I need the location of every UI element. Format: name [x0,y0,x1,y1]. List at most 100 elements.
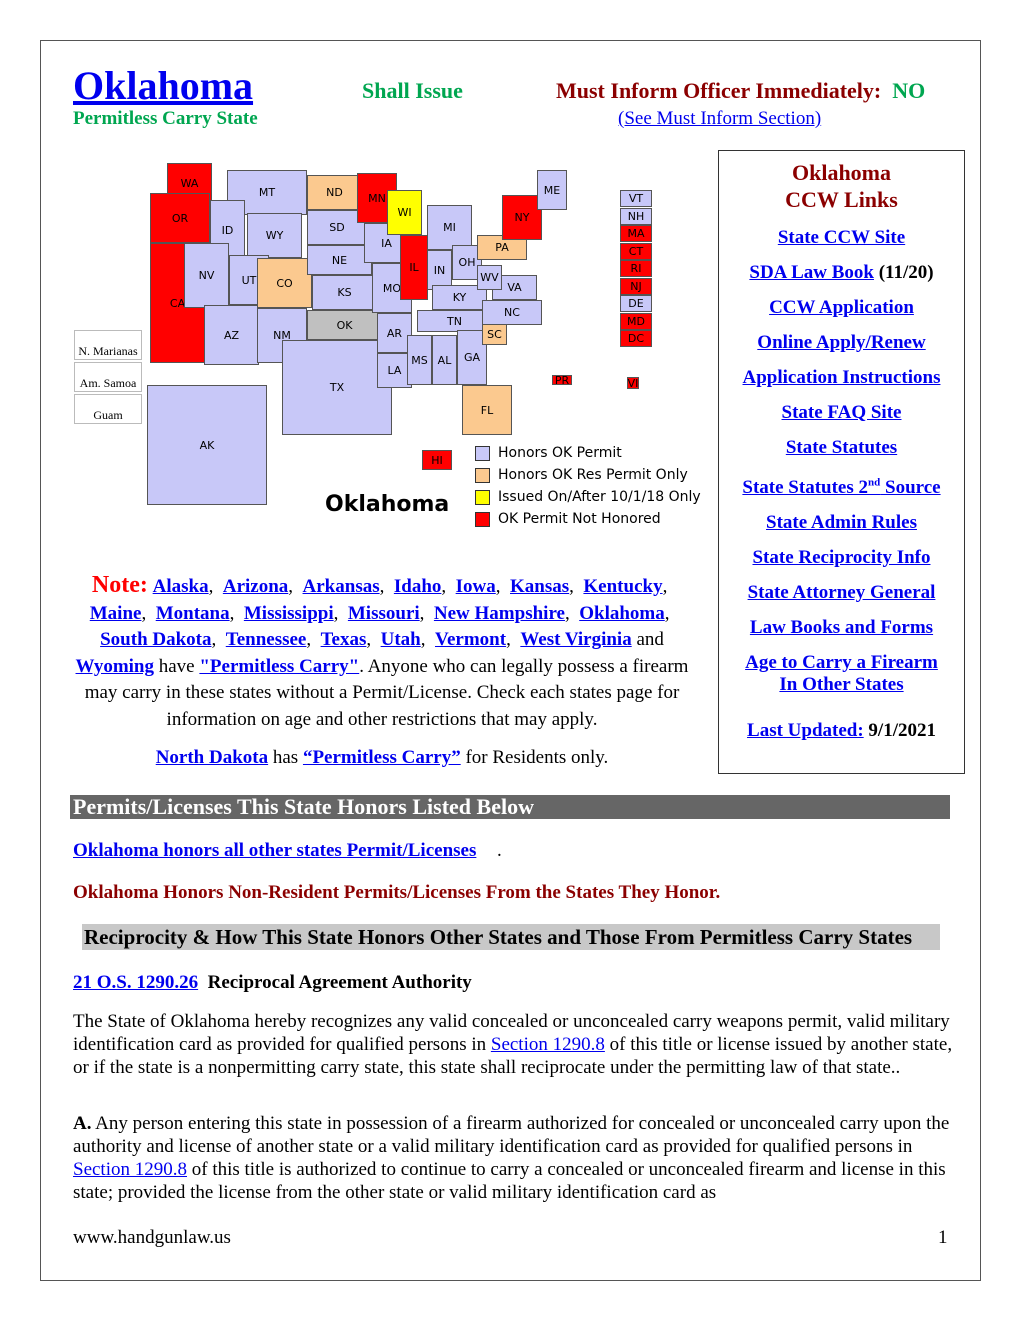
legend-swatch [475,445,490,461]
permit-type: Shall Issue [362,78,463,103]
state-link[interactable]: Vermont [435,629,506,650]
state-link[interactable]: Missouri [348,603,420,624]
permitless-link[interactable]: "Permitless Carry" [199,656,359,677]
map-state-wi[interactable]: WI [387,190,422,235]
map-state-nd[interactable]: ND [307,175,362,210]
honors-all-link[interactable]: Oklahoma honors all other states Permit/… [73,840,476,862]
state-link[interactable]: Utah [381,629,421,650]
link-state-statutes-2nd[interactable]: State Statutes 2nd Source [742,477,940,498]
honors-section-bar: Permits/Licenses This State Honors Liste… [70,795,950,819]
state-link[interactable]: South Dakota [100,629,211,650]
map-state-vi[interactable]: VI [627,377,639,390]
map-state-ma[interactable]: MA [620,225,652,242]
link-attorney-general[interactable]: State Attorney General [748,582,936,603]
map-state-wy[interactable]: WY [247,213,302,258]
nonresident-note: Oklahoma Honors Non-Resident Permits/Lic… [73,882,721,903]
map-state-wv[interactable]: WV [477,265,502,290]
permitless-note: Note: Alaska, Arizona, Arkansas, Idaho, … [75,572,689,768]
map-state-al[interactable]: AL [432,335,457,385]
map-state-co[interactable]: CO [257,258,312,308]
map-territory[interactable]: Am. Samoa [74,362,142,392]
map-state-ok[interactable]: OK [307,310,382,340]
map-state-hi[interactable]: HI [422,450,452,470]
state-link[interactable]: Montana [156,603,230,624]
map-state-pr[interactable]: PR [552,374,572,387]
map-state-vt[interactable]: VT [620,190,652,207]
map-state-ny[interactable]: NY [502,195,542,240]
map-state-fl[interactable]: FL [462,385,512,435]
legend-item: Honors OK Res Permit Only [475,467,688,483]
map-state-ms[interactable]: MS [407,335,432,385]
reciprocity-section-bar: Reciprocity & How This State Honors Othe… [82,924,940,950]
sda-date: (11/20) [878,262,934,283]
must-inform-link[interactable]: (See Must Inform Section) [618,108,821,130]
statute-title: Reciprocal Agreement Authority [207,972,472,993]
section-1290-8-link[interactable]: Section 1290.8 [491,1034,605,1055]
map-state-nj[interactable]: NJ [620,277,652,295]
map-territory[interactable]: N. Marianas [74,330,142,360]
link-age-to-carry[interactable]: Age to Carry a Firearm In Other States [745,652,938,695]
link-law-books-forms[interactable]: Law Books and Forms [750,617,933,638]
map-state-ak[interactable]: AK [147,385,267,505]
statute-link[interactable]: 21 O.S. 1290.26 [73,972,198,993]
legend-swatch [475,511,490,527]
state-title-link[interactable]: Oklahoma [73,62,253,109]
map-state-me[interactable]: ME [537,170,567,210]
link-state-statutes[interactable]: State Statutes [786,437,897,458]
map-state-de[interactable]: DE [620,295,652,312]
state-link[interactable]: Iowa [456,576,496,597]
section-1290-8-link-2[interactable]: Section 1290.8 [73,1159,187,1180]
link-sda-law-book[interactable]: SDA Law Book [749,262,874,283]
map-state-or[interactable]: OR [150,193,210,243]
map-state-ri[interactable]: RI [620,260,652,277]
map-state-il[interactable]: IL [400,235,428,300]
state-link[interactable]: Texas [321,629,367,650]
reciprocity-map: WA OR CA MT ID NV WY UT AZ CO NM ND SD NE KS OK TX MN IA MO… [72,145,712,540]
ccw-links-box: Oklahoma CCW Links State CCW Site SDA Law… [718,150,965,774]
nd-permitless-link[interactable]: “Permitless Carry” [303,747,461,768]
map-state-ks[interactable]: KS [312,275,377,310]
footer-site: www.handgunlaw.us [73,1227,231,1248]
state-link[interactable]: Arizona [223,576,288,597]
state-link[interactable]: Kentucky [583,576,662,597]
link-state-faq[interactable]: State FAQ Site [782,402,902,423]
state-link[interactable]: Tennessee [226,629,307,650]
map-state-dc[interactable]: DC [620,330,652,347]
state-link[interactable]: Kansas [510,576,569,597]
map-territory[interactable]: Guam [74,394,142,424]
link-ccw-application[interactable]: CCW Application [769,297,914,318]
state-link[interactable]: Oklahoma [579,603,665,624]
state-link[interactable]: Alaska [153,576,209,597]
last-updated-date: 9/1/2021 [868,720,936,742]
map-state-md[interactable]: MD [620,312,652,330]
state-link[interactable]: Wyoming [76,656,154,677]
state-link[interactable]: Idaho [394,576,442,597]
state-link[interactable]: West Virginia [520,629,631,650]
map-state-in[interactable]: IN [427,250,452,290]
state-link[interactable]: Mississippi [244,603,334,624]
map-state-ct[interactable]: CT [620,242,652,260]
state-link[interactable]: Maine [90,603,142,624]
note-label: Note: [91,572,148,598]
map-state-nv[interactable]: NV [184,243,229,308]
link-last-updated[interactable]: Last Updated: [747,720,864,741]
link-reciprocity-info[interactable]: State Reciprocity Info [752,547,930,568]
map-state-nc[interactable]: NC [482,300,542,325]
state-link[interactable]: Arkansas [303,576,380,597]
link-application-instructions[interactable]: Application Instructions [743,367,941,388]
paragraph-1: The State of Oklahoma hereby recognizes … [73,1011,953,1078]
map-state-tn[interactable]: TN [417,310,492,332]
north-dakota-link[interactable]: North Dakota [156,747,268,768]
link-state-admin-rules[interactable]: State Admin Rules [766,512,917,533]
map-state-mi[interactable]: MI [427,205,472,250]
state-link[interactable]: New Hampshire [434,603,565,624]
link-online-apply[interactable]: Online Apply/Renew [757,332,925,353]
map-title: Oklahoma [325,492,450,517]
links-title-2: CCW Links [785,187,898,212]
map-state-nh[interactable]: NH [620,207,652,225]
map-state-az[interactable]: AZ [204,305,259,365]
map-state-tx[interactable]: TX [282,340,392,435]
map-state-sc[interactable]: SC [482,323,507,345]
link-state-ccw-site[interactable]: State CCW Site [778,227,905,248]
map-state-ne[interactable]: NE [307,245,372,275]
